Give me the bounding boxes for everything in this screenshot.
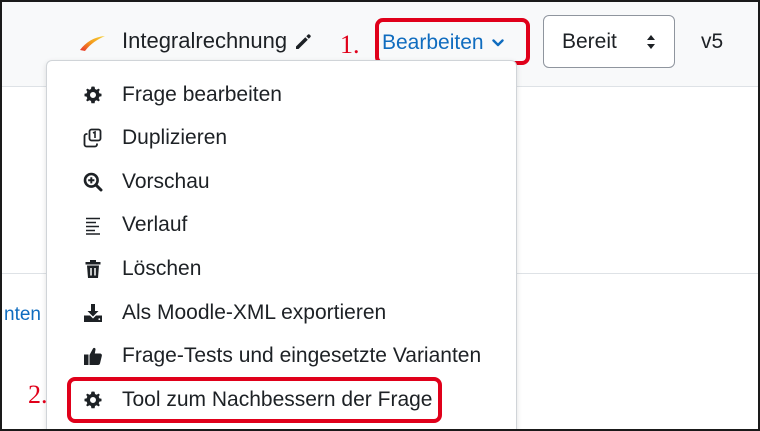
screenshot-frame: nten Integralrechnung 1. Bearbeiten Bere… bbox=[0, 0, 760, 431]
menu-item-loeschen[interactable]: Löschen bbox=[47, 249, 516, 289]
step-2-highlight-box bbox=[67, 377, 442, 423]
menu-item-vorschau[interactable]: Vorschau bbox=[47, 162, 516, 202]
search-plus-icon bbox=[83, 172, 103, 192]
menu-item-xml-export[interactable]: Als Moodle-XML exportieren bbox=[47, 293, 516, 333]
menu-item-duplizieren[interactable]: Duplizieren bbox=[47, 118, 516, 158]
status-select-value: Bereit bbox=[562, 29, 617, 53]
step-1-label: 1. bbox=[340, 30, 360, 59]
background-link-partial[interactable]: nten bbox=[4, 304, 41, 326]
menu-item-frage-tests[interactable]: Frage-Tests und eingesetzte Varianten bbox=[47, 336, 516, 376]
menu-item-verlauf[interactable]: Verlauf bbox=[47, 205, 516, 245]
step-1-highlight-box bbox=[375, 18, 530, 65]
menu-item-label: Duplizieren bbox=[122, 126, 228, 149]
question-title: Integralrechnung bbox=[122, 28, 313, 54]
menu-item-frage-bearbeiten[interactable]: Frage bearbeiten bbox=[47, 75, 516, 115]
menu-item-label: Löschen bbox=[122, 257, 202, 280]
bearbeiten-dropdown-menu: Frage bearbeiten Duplizieren Vorschau Ve… bbox=[46, 60, 517, 429]
menu-item-label: Frage-Tests und eingesetzte Varianten bbox=[122, 344, 482, 367]
menu-item-label: Frage bearbeiten bbox=[122, 83, 282, 106]
menu-item-label: Als Moodle-XML exportieren bbox=[122, 301, 387, 324]
menu-item-label: Vorschau bbox=[122, 170, 210, 193]
version-label: v5 bbox=[701, 30, 724, 53]
pencil-icon[interactable] bbox=[293, 31, 313, 51]
gear-icon bbox=[84, 86, 102, 104]
copy-icon bbox=[83, 128, 102, 148]
history-lines-icon bbox=[86, 217, 100, 235]
trash-icon bbox=[85, 260, 101, 278]
download-icon bbox=[84, 304, 102, 322]
status-select[interactable]: Bereit bbox=[543, 15, 675, 68]
question-title-text: Integralrechnung bbox=[122, 28, 288, 53]
step-2-label: 2. bbox=[28, 380, 48, 409]
thumbs-up-icon bbox=[84, 347, 102, 365]
menu-item-label: Verlauf bbox=[122, 213, 188, 236]
select-arrows-icon bbox=[647, 35, 655, 49]
brand-logo-icon bbox=[80, 36, 105, 51]
